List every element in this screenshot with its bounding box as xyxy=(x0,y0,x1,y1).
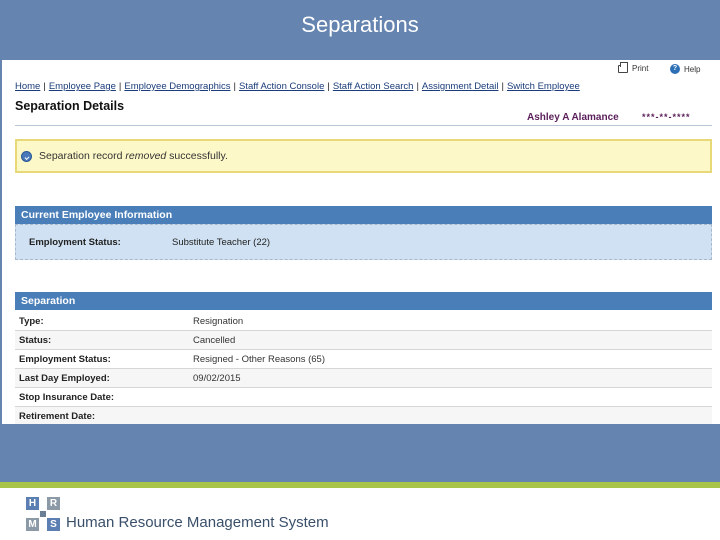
table-row: Last Day Employed: 09/02/2015 xyxy=(15,369,712,388)
hrms-logo: H R M S xyxy=(26,497,60,531)
status-label: Status: xyxy=(19,335,52,346)
table-row: Stop Insurance Date: xyxy=(15,388,712,407)
retirement-date-label: Retirement Date: xyxy=(19,411,96,422)
printer-icon xyxy=(618,61,628,73)
breadcrumb-home[interactable]: Home xyxy=(15,81,40,92)
current-employee-heading: Current Employee Information xyxy=(15,206,712,224)
breadcrumb-staff-action-console[interactable]: Staff Action Console xyxy=(239,81,324,92)
print-label: Print xyxy=(632,64,649,73)
bottom-band xyxy=(0,424,720,482)
employment-status-label: Employment Status: xyxy=(29,237,121,248)
help-icon: ? xyxy=(670,64,680,74)
help-button[interactable]: ? Help xyxy=(670,64,700,74)
breadcrumb-assignment-detail[interactable]: Assignment Detail xyxy=(422,81,499,92)
separation-heading: Separation xyxy=(15,292,712,310)
separation-employment-status-value: Resigned - Other Reasons (65) xyxy=(193,354,326,365)
employee-name: Ashley A Alamance xyxy=(527,112,619,123)
breadcrumb: Home | Employee Page | Employee Demographics… xyxy=(15,81,580,92)
current-employee-panel: Employment Status: Substitute Teacher (2… xyxy=(15,224,712,260)
logo-letter-m: M xyxy=(26,518,39,531)
table-row: Type: Resignation xyxy=(15,312,712,331)
slide-banner: Separations xyxy=(0,0,720,60)
type-value: Resignation xyxy=(193,316,244,327)
breadcrumb-employee-demographics[interactable]: Employee Demographics xyxy=(124,81,230,92)
separation-table: Type: Resignation Status: Cancelled Empl… xyxy=(15,312,712,426)
help-label: Help xyxy=(684,64,701,74)
status-value: Cancelled xyxy=(193,335,236,346)
stop-insurance-date-label: Stop Insurance Date: xyxy=(19,392,115,403)
title-divider xyxy=(15,125,712,126)
table-row: Status: Cancelled xyxy=(15,331,712,350)
success-message-text: Separation record removed successfully. xyxy=(39,150,228,162)
employment-status-value: Substitute Teacher (22) xyxy=(172,237,271,248)
breadcrumb-switch-employee[interactable]: Switch Employee xyxy=(507,81,580,92)
logo-letter-h: H xyxy=(26,497,39,510)
type-label: Type: xyxy=(19,316,44,327)
success-message: Separation record removed successfully. xyxy=(15,139,712,173)
success-check-icon xyxy=(21,150,32,162)
breadcrumb-employee-page[interactable]: Employee Page xyxy=(49,81,116,92)
logo-center-mark xyxy=(40,511,46,517)
footer-system-name: Human Resource Management System xyxy=(66,514,329,531)
last-day-employed-label: Last Day Employed: xyxy=(19,373,110,384)
logo-letter-r: R xyxy=(47,497,60,510)
separation-employment-status-label: Employment Status: xyxy=(19,354,111,365)
slide-title: Separations xyxy=(301,12,419,37)
logo-letter-s: S xyxy=(47,518,60,531)
breadcrumb-staff-action-search[interactable]: Staff Action Search xyxy=(333,81,414,92)
employee-id: ***-**-**** xyxy=(642,112,691,122)
print-button[interactable]: Print xyxy=(618,61,649,73)
page-title: Separation Details xyxy=(15,99,125,113)
frame-left-rule xyxy=(0,60,2,424)
last-day-employed-value: 09/02/2015 xyxy=(193,373,241,384)
table-row: Employment Status: Resigned - Other Reas… xyxy=(15,350,712,369)
